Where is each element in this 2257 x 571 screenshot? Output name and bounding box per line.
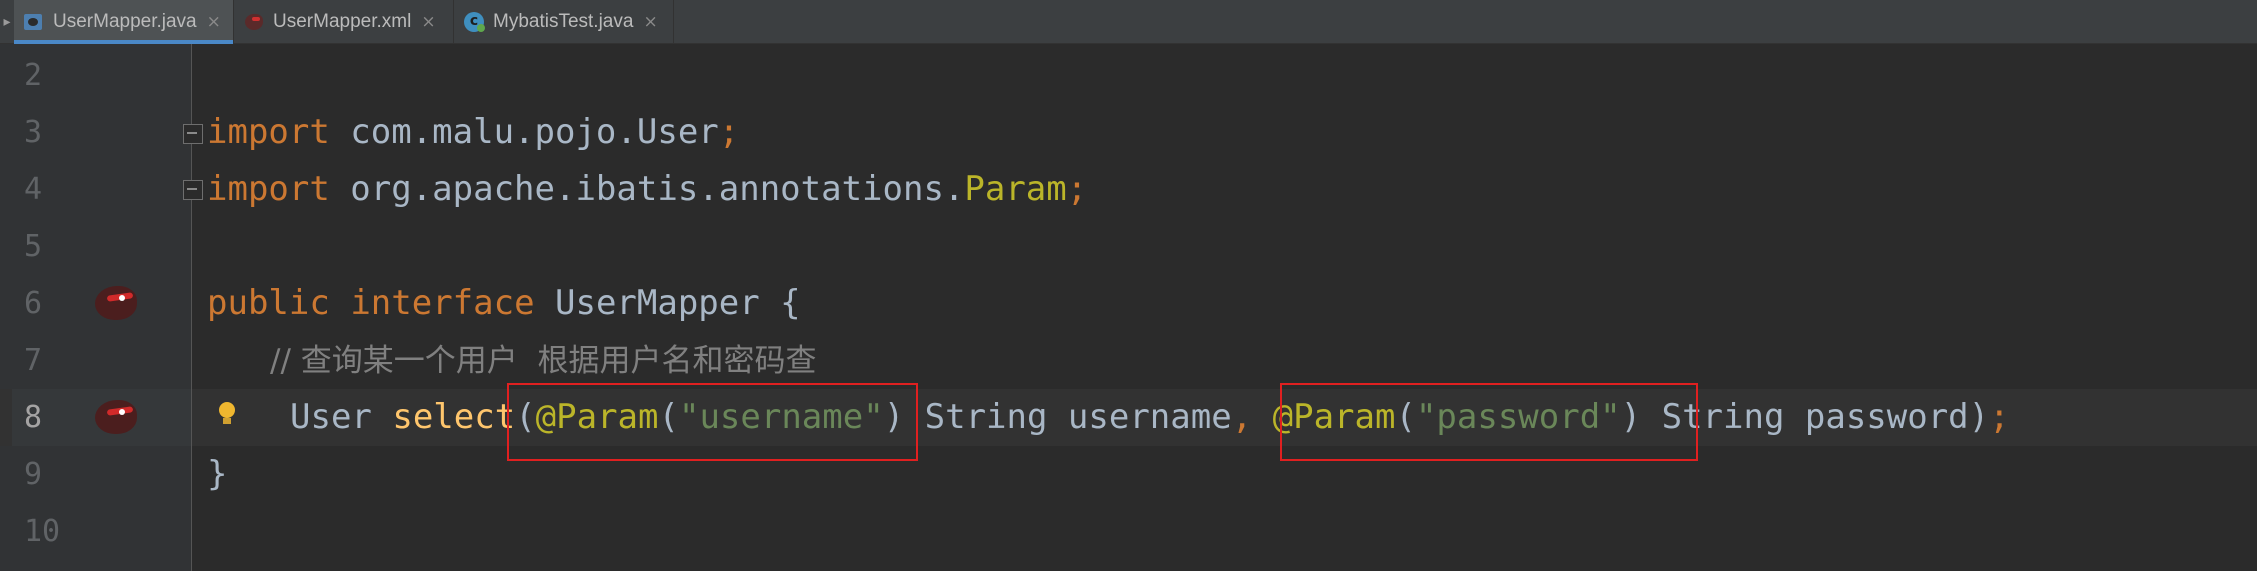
fold-marker-icon[interactable] — [181, 178, 203, 200]
lightbulb-icon[interactable] — [216, 400, 238, 428]
keyword-interface: interface — [350, 283, 535, 323]
tab-usermapper-java[interactable]: UserMapper.java × — [14, 0, 234, 44]
return-type: User — [290, 397, 393, 437]
tab-label: UserMapper.xml — [273, 11, 412, 32]
java-class-icon — [464, 12, 485, 32]
tab-label: MybatisTest.java — [493, 11, 634, 32]
code-comment: // 查询某一个用户 根据用户名和密码查 — [270, 332, 816, 389]
line-number: 8 — [24, 400, 43, 435]
tab-label: UserMapper.java — [53, 11, 197, 32]
tab-mybatistest-java[interactable]: MybatisTest.java × — [454, 0, 674, 44]
code-line[interactable]: 6 public interface UserMapper { — [0, 275, 2257, 332]
line-number: 4 — [24, 172, 43, 207]
method-name: select — [392, 397, 516, 437]
line-number: 6 — [24, 286, 43, 321]
semicolon: ; — [1989, 397, 2010, 437]
tab-usermapper-xml[interactable]: UserMapper.xml × — [234, 0, 454, 44]
brace: } — [207, 454, 228, 494]
comma: , — [1231, 397, 1273, 437]
keyword-import: import — [207, 169, 330, 209]
interface-declaration: public interface UserMapper { — [207, 275, 801, 332]
import-path: org.apache.ibatis.annotations. — [329, 169, 965, 209]
highlight-box-password — [1280, 383, 1698, 461]
bird-eye — [119, 409, 125, 415]
line-number: 3 — [24, 115, 43, 150]
code-line[interactable]: 7 // 查询某一个用户 根据用户名和密码查 — [0, 332, 2257, 389]
import-type: Param — [964, 169, 1067, 209]
mybatis-navigate-icon[interactable] — [93, 396, 139, 436]
close-icon[interactable]: × — [207, 12, 221, 32]
java-interface-icon — [24, 12, 44, 32]
mybatis-navigate-icon[interactable] — [93, 282, 139, 322]
keyword-import: import — [207, 112, 330, 152]
fold-marker-icon[interactable] — [181, 122, 203, 144]
code-line[interactable]: 10 — [0, 503, 2257, 560]
highlight-box-username — [507, 383, 918, 461]
line-number: 7 — [24, 343, 43, 378]
code-line[interactable]: 5 — [0, 218, 2257, 275]
parameter: String username — [904, 397, 1232, 437]
bird-eye — [119, 295, 125, 301]
tab-scroll-icon[interactable]: ▸ — [0, 0, 14, 44]
import-statement: import com.malu.pojo.User; — [207, 104, 739, 161]
bird-body — [95, 400, 137, 434]
code-line[interactable]: 9 } — [0, 446, 2257, 503]
code-editor[interactable]: 2 3 import com.malu.pojo.User; 4 import … — [0, 44, 2257, 571]
code-line-current[interactable]: 8 User select(@Param("username") String … — [0, 389, 2257, 446]
code-line[interactable]: 3 import com.malu.pojo.User; — [0, 104, 2257, 161]
code-line[interactable]: 2 — [0, 47, 2257, 104]
bird-body — [95, 286, 137, 320]
line-number: 2 — [24, 58, 43, 93]
line-number: 5 — [24, 229, 43, 264]
ide-window: ▸ UserMapper.java × UserMapper.xml × Myb… — [0, 0, 2257, 571]
semicolon: ; — [1066, 169, 1088, 209]
mybatis-xml-icon — [244, 12, 264, 32]
code-line[interactable]: 4 import org.apache.ibatis.annotations.P… — [0, 161, 2257, 218]
import-statement: import org.apache.ibatis.annotations.Par… — [207, 161, 1087, 218]
close-icon[interactable]: × — [643, 12, 657, 32]
semicolon: ; — [718, 112, 740, 152]
close-icon[interactable]: × — [421, 12, 435, 32]
comment-text: // 查询某一个用户 根据用户名和密码查 — [270, 343, 817, 379]
closing-brace: } — [207, 446, 227, 503]
editor-tab-bar: ▸ UserMapper.java × UserMapper.xml × Myb… — [0, 0, 2257, 44]
interface-name: UserMapper { — [534, 283, 801, 323]
line-number: 10 — [24, 514, 61, 549]
line-number: 9 — [24, 457, 43, 492]
keyword-public: public — [207, 283, 330, 323]
import-path: com.malu.pojo.User — [329, 112, 719, 152]
